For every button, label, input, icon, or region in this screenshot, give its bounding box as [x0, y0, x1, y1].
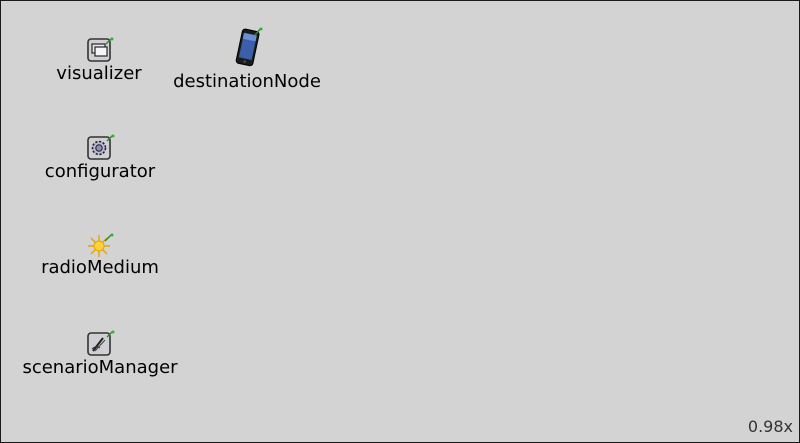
smartphone-icon — [235, 27, 263, 67]
zoom-level-label: 0.98x — [747, 417, 793, 436]
node-label: configurator — [44, 161, 156, 182]
window-icon — [87, 37, 114, 62]
network-canvas[interactable]: visualizer destinationNode configurator — [0, 0, 800, 443]
node-visualizer[interactable]: visualizer — [49, 35, 149, 87]
gear-icon — [87, 134, 115, 160]
node-radioMedium[interactable]: radioMedium — [35, 231, 165, 283]
node-scenarioManager[interactable]: scenarioManager — [19, 327, 181, 381]
sun-icon — [88, 233, 114, 257]
node-destinationNode[interactable]: destinationNode — [169, 27, 325, 97]
node-label: visualizer — [56, 63, 142, 84]
document-pen-icon — [87, 330, 115, 356]
node-configurator[interactable]: configurator — [39, 131, 161, 185]
node-label: scenarioManager — [22, 357, 178, 378]
node-label: destinationNode — [173, 71, 321, 92]
node-label: radioMedium — [41, 257, 159, 278]
